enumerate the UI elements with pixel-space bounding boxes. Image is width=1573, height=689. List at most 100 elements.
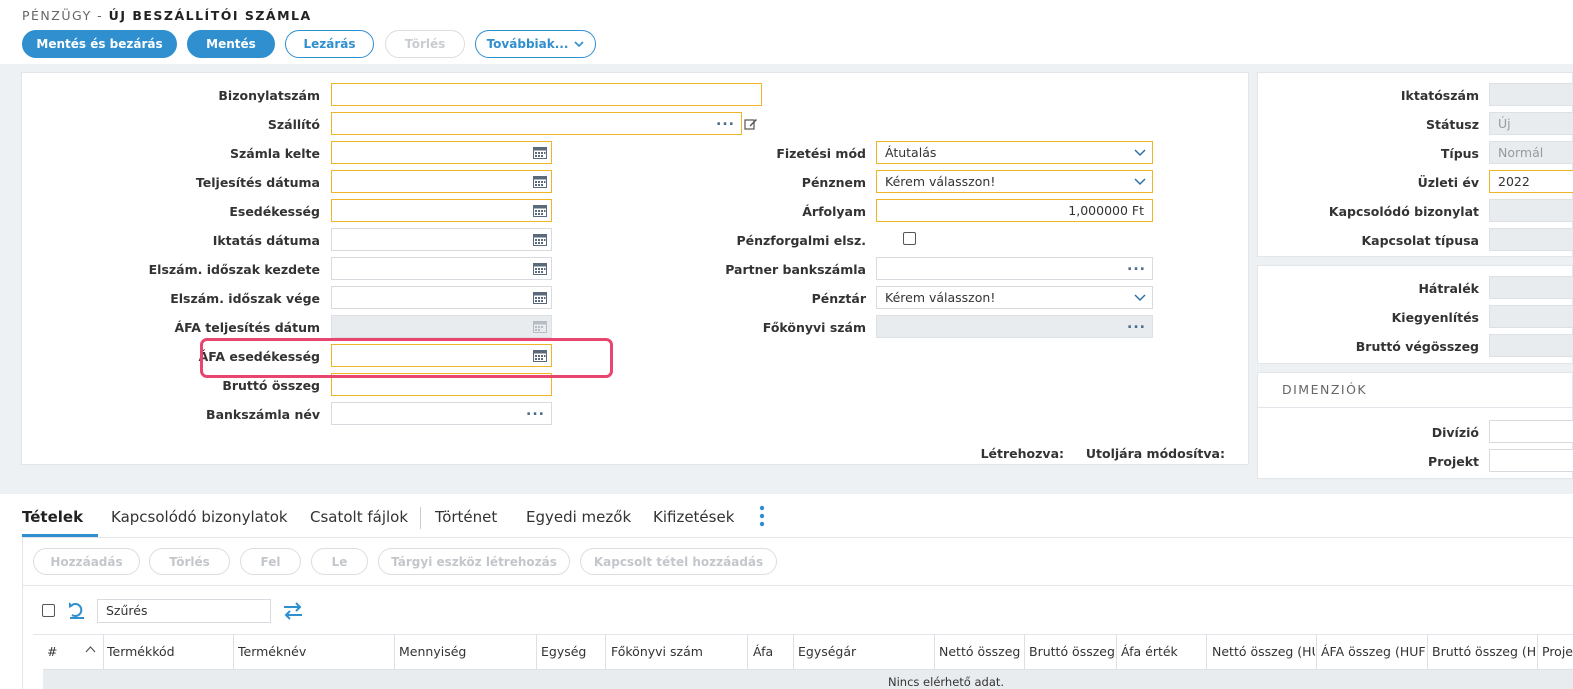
iktatas-datuma-input[interactable]: [331, 228, 552, 251]
esedekesseg-input[interactable]: [331, 199, 552, 222]
column-separator: [394, 634, 395, 669]
tab-tetelek[interactable]: Tételek: [22, 508, 83, 526]
uzleti-ev-input[interactable]: 2022: [1489, 170, 1573, 193]
label-kapcs-bizonylat: Kapcsolódó bizonylat: [1328, 204, 1479, 219]
penzforgalmi-checkbox[interactable]: [903, 232, 916, 245]
column-separator: [1206, 634, 1207, 669]
calendar-icon[interactable]: [533, 175, 547, 188]
label-esedekesseg: Esedékesség: [229, 204, 320, 219]
filter-input[interactable]: Szűrés: [97, 599, 271, 623]
column-header-afa-huf[interactable]: ÁFA összeg (HUF): [1321, 644, 1426, 659]
penztar-select[interactable]: Kérem válasszon!: [876, 286, 1153, 309]
bizonylatszam-input[interactable]: [331, 83, 762, 106]
column-header-fokonyvi[interactable]: Főkönyvi szám: [611, 644, 746, 659]
calendar-icon[interactable]: [533, 262, 547, 275]
tab-kifizetesek[interactable]: Kifizetések: [653, 508, 734, 526]
refresh-icon[interactable]: [67, 601, 87, 620]
label-fokonyvi: Főkönyvi szám: [762, 320, 866, 335]
column-separator: [536, 634, 537, 669]
column-header-mennyiseg[interactable]: Mennyiség: [399, 644, 534, 659]
label-bankszamla-nev: Bankszámla név: [206, 407, 320, 422]
label-afa-teljesites: ÁFA teljesítés dátum: [174, 320, 320, 335]
label-hatralek: Hátralék: [1418, 281, 1479, 296]
column-header-termekkod[interactable]: Termékkód: [107, 644, 232, 659]
label-szallito: Szállító: [267, 117, 320, 132]
calendar-icon[interactable]: [533, 291, 547, 304]
more-button[interactable]: Továbbiak...: [475, 30, 596, 58]
divider: [1258, 407, 1573, 408]
column-separator: [1024, 634, 1025, 669]
more-vertical-icon[interactable]: [758, 504, 766, 528]
column-separator: [103, 634, 104, 669]
afa-teljesites-input: [331, 315, 552, 338]
dimensions-title: DIMENZIÓK: [1282, 382, 1368, 397]
column-header-egyseg[interactable]: Egység: [541, 644, 604, 659]
projekt-input[interactable]: [1489, 449, 1573, 472]
label-arfolyam: Árfolyam: [802, 204, 866, 219]
edit-icon[interactable]: [744, 117, 758, 130]
column-header-egysegar[interactable]: Egységár: [798, 644, 933, 659]
table-empty-row: Nincs elérhető adat.: [43, 669, 1573, 689]
tab-egyedi-mezok[interactable]: Egyedi mezők: [526, 508, 631, 526]
save-and-close-button[interactable]: Mentés és bezárás: [22, 30, 177, 58]
column-header-netto-huf[interactable]: Nettó összeg (HUF): [1212, 644, 1315, 659]
delete-button[interactable]: Törlés: [385, 30, 465, 58]
select-all-checkbox[interactable]: [42, 604, 55, 617]
divider: [22, 585, 1573, 586]
delete-item-button[interactable]: Törlés: [149, 548, 230, 575]
move-up-button[interactable]: Fel: [240, 548, 301, 575]
create-asset-button[interactable]: Tárgyi eszköz létrehozás: [378, 548, 570, 575]
calendar-icon[interactable]: [533, 233, 547, 246]
close-button[interactable]: Lezárás: [285, 30, 374, 58]
empty-message: Nincs elérhető adat.: [888, 675, 1005, 689]
add-item-button[interactable]: Hozzáadás: [33, 548, 140, 575]
column-separator: [1427, 634, 1428, 669]
elszam-vege-input[interactable]: [331, 286, 552, 309]
column-header-projekt[interactable]: Projekt: [1542, 644, 1573, 659]
column-separator: [747, 634, 748, 669]
column-header-termeknev[interactable]: Terméknév: [238, 644, 393, 659]
tab-kapcsolodo-bizonylatok[interactable]: Kapcsolódó bizonylatok: [111, 508, 288, 526]
hatralek-input: [1489, 276, 1573, 299]
column-header-netto[interactable]: Nettó összeg: [939, 644, 1023, 659]
save-button[interactable]: Mentés: [187, 30, 275, 58]
lookup-dots-icon[interactable]: ...: [1127, 258, 1146, 274]
fizetesi-mod-select[interactable]: Átutalás: [876, 141, 1153, 164]
partner-bank-input[interactable]: ...: [876, 257, 1153, 280]
column-separator: [934, 634, 935, 669]
bankszamla-nev-input[interactable]: ...: [331, 402, 552, 425]
label-fizetesi-mod: Fizetési mód: [776, 146, 866, 161]
brutto-vegosszeg-input: [1489, 334, 1573, 357]
divizio-input[interactable]: [1489, 420, 1573, 443]
calendar-icon: [533, 321, 547, 333]
column-header-afa-ertek[interactable]: Áfa érték: [1121, 644, 1205, 659]
label-uzleti-ev: Üzleti év: [1417, 175, 1479, 190]
column-header-brutto-huf[interactable]: Bruttó összeg (HUF): [1432, 644, 1536, 659]
move-down-button[interactable]: Le: [311, 548, 368, 575]
filter-placeholder: Szűrés: [106, 603, 148, 618]
lookup-dots-icon[interactable]: ...: [526, 403, 545, 419]
swap-icon[interactable]: [282, 602, 304, 620]
calendar-icon[interactable]: [533, 204, 547, 217]
elszam-kezdete-input[interactable]: [331, 257, 552, 280]
statusz-input: Új: [1489, 112, 1573, 135]
column-separator: [793, 634, 794, 669]
szallito-input[interactable]: ...: [331, 112, 742, 135]
breadcrumb-section: PÉNZÜGY -: [22, 8, 104, 23]
calendar-icon[interactable]: [533, 146, 547, 159]
label-elszam-kezdete: Elszám. időszak kezdete: [148, 262, 320, 277]
label-iktatas-datuma: Iktatás dátuma: [212, 233, 320, 248]
label-elszam-vege: Elszám. időszak vége: [170, 291, 320, 306]
column-header-afa[interactable]: Áfa: [753, 644, 791, 659]
sort-up-icon[interactable]: [85, 645, 96, 653]
teljesites-datuma-input[interactable]: [331, 170, 552, 193]
add-linked-item-button[interactable]: Kapcsolt tétel hozzáadás: [580, 548, 777, 575]
label-teljesites-datuma: Teljesítés dátuma: [195, 175, 320, 190]
tab-csatolt-fajlok[interactable]: Csatolt fájlok: [310, 508, 408, 526]
penznem-select[interactable]: Kérem válasszon!: [876, 170, 1153, 193]
szamla-kelte-input[interactable]: [331, 141, 552, 164]
arfolyam-input[interactable]: 1,000000 Ft: [876, 199, 1153, 222]
column-header-brutto[interactable]: Bruttó összeg: [1029, 644, 1115, 659]
lookup-dots-icon[interactable]: ...: [716, 113, 735, 129]
tab-tortenet[interactable]: Történet: [435, 508, 497, 526]
